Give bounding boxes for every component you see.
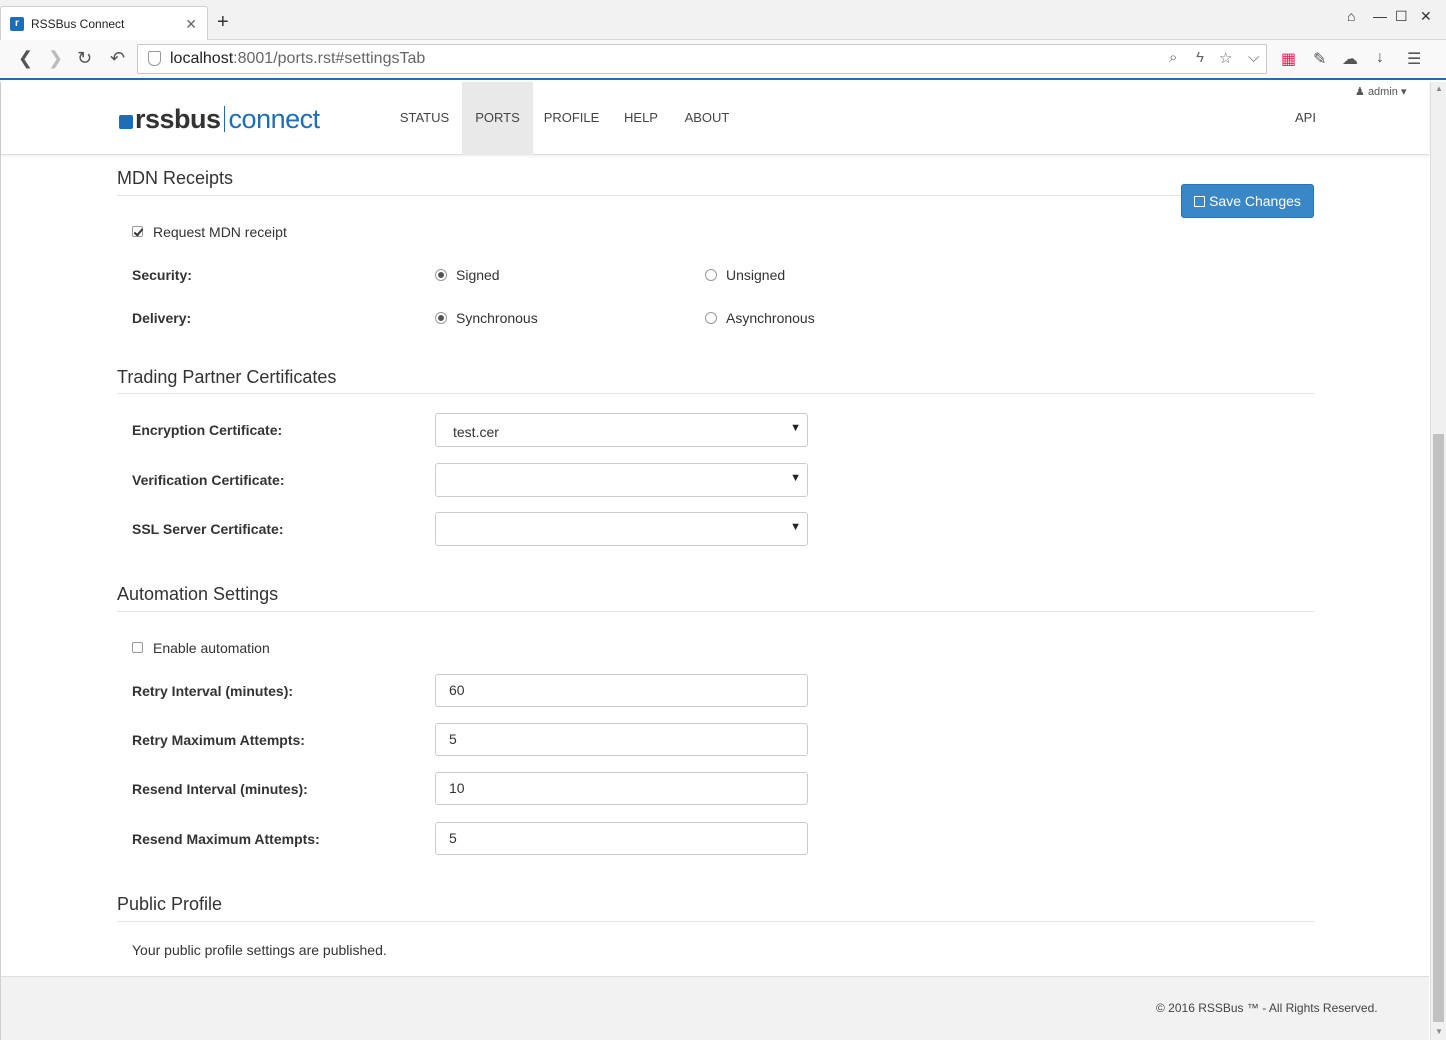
reload-icon[interactable]: ↻ <box>77 48 92 69</box>
nav-help[interactable]: HELP <box>612 82 670 155</box>
floppy-disk-icon <box>1194 196 1206 207</box>
retry-max-attempts-input[interactable]: 5 <box>435 723 808 756</box>
url-text[interactable]: localhost:8001/ports.rst#settingsTab <box>170 50 425 68</box>
user-icon: ♟ <box>1355 86 1365 98</box>
logo-rssbus-text: rssbus <box>135 103 221 134</box>
app-header: rssbus connect STATUS PORTS PROFILE HELP… <box>1 82 1429 155</box>
scroll-down-icon[interactable]: ▼ <box>1435 1027 1443 1036</box>
page-scrollbar[interactable]: ▲ ▼ <box>1430 82 1446 1040</box>
ssl-certificate-select[interactable]: ▼ <box>435 512 808 546</box>
section-divider <box>117 195 1314 196</box>
security-label: Security: <box>132 267 192 283</box>
browser-tab-bar: r RSSBus Connect ✕ + ⌂ — ☐ ✕ <box>0 0 1446 41</box>
retry-interval-input[interactable]: 60 <box>435 674 808 707</box>
delivery-asynchronous-label: Asynchronous <box>726 310 815 326</box>
copyright-text: © 2016 RSSBus ™ - All Rights Reserved. <box>1156 1001 1378 1015</box>
tab-title: RSSBus Connect <box>31 17 125 31</box>
apps-icon[interactable]: ▦ <box>1281 49 1296 69</box>
nav-about[interactable]: ABOUT <box>672 82 742 155</box>
dropdown-icon[interactable]: ⌵ <box>1248 49 1259 66</box>
save-changes-button[interactable]: Save Changes <box>1181 184 1314 218</box>
section-divider <box>117 921 1314 922</box>
delivery-synchronous-radio[interactable] <box>435 312 447 324</box>
delivery-synchronous-label: Synchronous <box>456 310 538 326</box>
minimize-icon[interactable]: — <box>1373 8 1387 24</box>
new-tab-button[interactable]: + <box>217 12 229 32</box>
shirt-icon[interactable]: ⌂ <box>1347 8 1355 24</box>
zoom-icon[interactable]: ⌕ <box>1169 49 1177 66</box>
star-icon[interactable]: ☆ <box>1219 49 1232 67</box>
pen-icon[interactable]: ✎ <box>1313 49 1326 69</box>
request-mdn-label: Request MDN receipt <box>153 224 287 240</box>
encryption-certificate-label: Encryption Certificate: <box>132 422 283 438</box>
automation-section-title: Automation Settings <box>117 584 279 604</box>
security-signed-radio[interactable] <box>435 269 447 281</box>
rssbus-favicon-icon: r <box>10 17 24 31</box>
menu-icon[interactable]: ☰ <box>1407 49 1421 69</box>
nav-profile[interactable]: PROFILE <box>533 82 610 155</box>
request-mdn-checkbox[interactable] <box>132 226 143 237</box>
admin-menu[interactable]: ♟ admin ▾ <box>1355 85 1406 98</box>
close-window-icon[interactable]: ✕ <box>1420 8 1432 25</box>
download-icon[interactable]: ↓ <box>1376 49 1384 67</box>
section-divider <box>117 611 1314 612</box>
resend-interval-input[interactable]: 10 <box>435 772 808 805</box>
nav-api[interactable]: API <box>1295 110 1316 125</box>
cloud-icon[interactable]: ☁ <box>1342 49 1358 69</box>
undo-icon[interactable]: ↶ <box>110 48 125 69</box>
encryption-certificate-select[interactable]: test.cer ▼ <box>435 413 808 447</box>
shield-icon <box>148 51 161 66</box>
security-unsigned-radio[interactable] <box>705 269 717 281</box>
verification-certificate-select[interactable]: ▼ <box>435 463 808 497</box>
section-divider <box>117 393 1314 394</box>
caret-down-icon: ▼ <box>790 472 801 484</box>
resend-max-attempts-label: Resend Maximum Attempts: <box>132 831 320 847</box>
enable-automation-checkbox[interactable] <box>132 642 143 653</box>
back-icon[interactable]: ❮ <box>18 48 33 69</box>
page-footer: © 2016 RSSBus ™ - All Rights Reserved. <box>1 976 1429 1040</box>
verification-certificate-label: Verification Certificate: <box>132 472 285 488</box>
caret-down-icon: ▼ <box>790 422 801 434</box>
resend-max-attempts-input[interactable]: 5 <box>435 822 808 855</box>
address-bar[interactable]: localhost:8001/ports.rst#settingsTab ⌕ ϟ… <box>137 44 1267 74</box>
public-profile-text: Your public profile settings are publish… <box>132 942 387 958</box>
resend-interval-label: Resend Interval (minutes): <box>132 781 308 797</box>
page-content: rssbus connect STATUS PORTS PROFILE HELP… <box>0 82 1430 1040</box>
nav-status[interactable]: STATUS <box>387 82 462 155</box>
caret-down-icon: ▼ <box>790 521 801 533</box>
lightning-icon[interactable]: ϟ <box>1196 49 1204 66</box>
browser-toolbar: ❮ ❯ ↻ ↶ localhost:8001/ports.rst#setting… <box>0 40 1446 80</box>
delivery-asynchronous-radio[interactable] <box>705 312 717 324</box>
delivery-label: Delivery: <box>132 310 192 326</box>
scrollbar-thumb[interactable] <box>1433 434 1444 1022</box>
encryption-certificate-value: test.cer <box>453 424 499 440</box>
maximize-icon[interactable]: ☐ <box>1395 8 1408 25</box>
scroll-up-icon[interactable]: ▲ <box>1435 84 1443 93</box>
security-unsigned-label: Unsigned <box>726 267 786 283</box>
enable-automation-label: Enable automation <box>153 640 270 656</box>
security-signed-label: Signed <box>456 267 500 283</box>
logo-connect-text: connect <box>228 103 321 134</box>
public-profile-section-title: Public Profile <box>117 894 223 914</box>
certificates-section-title: Trading Partner Certificates <box>117 367 337 387</box>
retry-interval-label: Retry Interval (minutes): <box>132 683 294 699</box>
ssl-certificate-label: SSL Server Certificate: <box>132 521 284 537</box>
rssbus-logo[interactable]: rssbus connect <box>119 104 320 134</box>
rssbus-logo-icon <box>119 115 133 129</box>
retry-max-attempts-label: Retry Maximum Attempts: <box>132 732 305 748</box>
browser-tab[interactable]: r RSSBus Connect ✕ <box>0 6 208 41</box>
nav-ports[interactable]: PORTS <box>462 82 533 155</box>
mdn-section-title: MDN Receipts <box>117 168 234 188</box>
forward-icon[interactable]: ❯ <box>48 48 63 69</box>
close-tab-icon[interactable]: ✕ <box>185 16 197 33</box>
logo-divider <box>223 106 225 132</box>
